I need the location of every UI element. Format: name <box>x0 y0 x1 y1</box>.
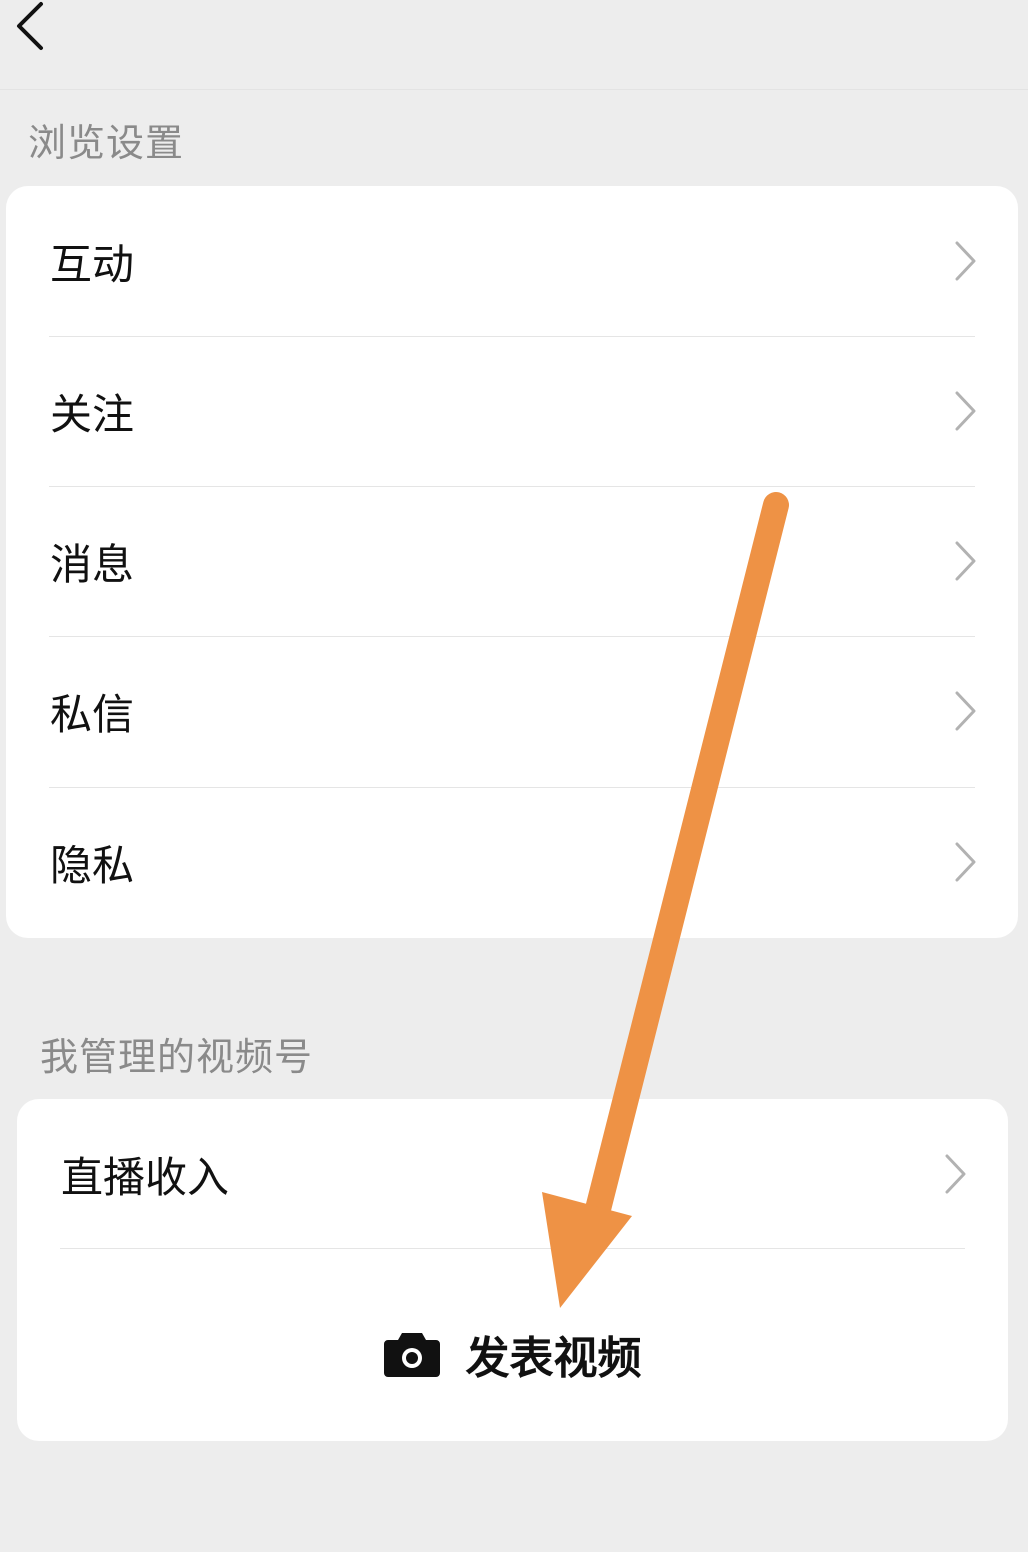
settings-item-label: 私信 <box>50 689 135 739</box>
chevron-right-icon <box>955 541 976 581</box>
camera-icon <box>383 1333 440 1377</box>
live-income-label: 直播收入 <box>61 1152 230 1202</box>
settings-page: 浏览设置 互动 关注 消息 私信 隐私 我管理的视频号 直播收入 发表视频 <box>0 0 1028 1552</box>
back-button[interactable] <box>6 0 54 52</box>
live-income-item[interactable]: 直播收入 <box>17 1099 1008 1249</box>
settings-item-follow[interactable]: 关注 <box>6 336 1018 486</box>
chevron-right-icon <box>955 241 976 281</box>
settings-item-label: 关注 <box>50 389 135 439</box>
chevron-right-icon <box>945 1154 966 1194</box>
settings-item-privacy[interactable]: 隐私 <box>6 787 1018 937</box>
managed-channels-card: 直播收入 发表视频 <box>17 1099 1008 1441</box>
settings-item-label: 消息 <box>50 539 135 589</box>
browse-settings-title: 浏览设置 <box>28 121 185 165</box>
managed-channels-title: 我管理的视频号 <box>40 1035 314 1079</box>
publish-video-button[interactable]: 发表视频 <box>17 1279 1008 1429</box>
chevron-right-icon <box>955 691 976 731</box>
publish-video-label: 发表视频 <box>465 1333 642 1384</box>
settings-item-private-messages[interactable]: 私信 <box>6 636 1018 786</box>
chevron-left-icon <box>17 2 43 50</box>
chevron-right-icon <box>955 391 976 431</box>
chevron-right-icon <box>955 842 976 882</box>
settings-item-label: 互动 <box>50 239 135 289</box>
settings-item-messages[interactable]: 消息 <box>6 486 1018 636</box>
top-bar <box>0 0 1028 90</box>
settings-item-interaction[interactable]: 互动 <box>6 186 1018 336</box>
divider <box>60 1248 965 1249</box>
settings-item-label: 隐私 <box>50 840 135 890</box>
browse-settings-card: 互动 关注 消息 私信 隐私 <box>6 186 1018 938</box>
